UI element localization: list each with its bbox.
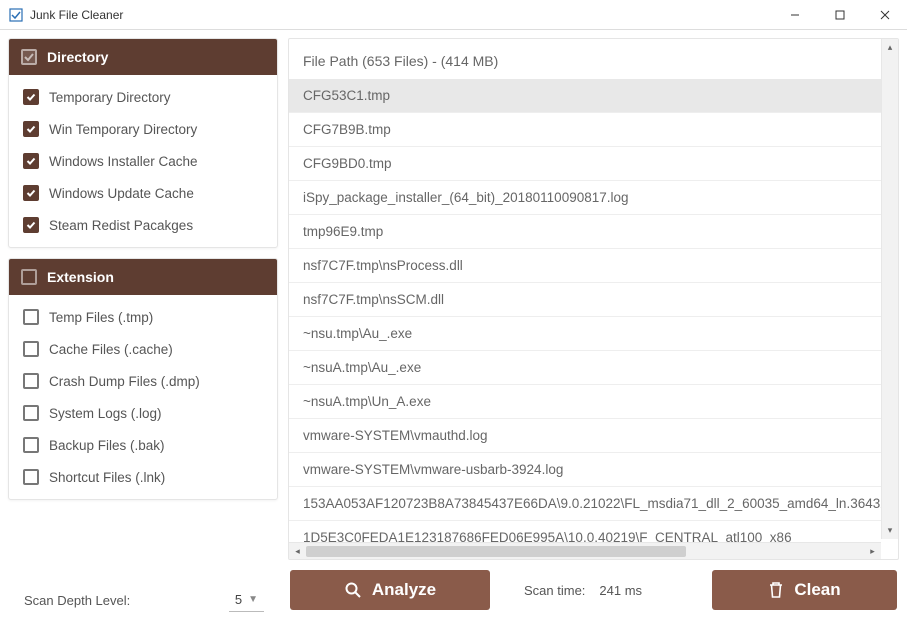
- file-row[interactable]: 153AA053AF120723B8A73845437E66DA\9.0.210…: [289, 487, 881, 521]
- vertical-scrollbar[interactable]: ▴ ▾: [881, 39, 898, 539]
- analyze-button[interactable]: Analyze: [290, 570, 490, 610]
- extension-item-3[interactable]: System Logs (.log): [9, 397, 277, 429]
- dropdown-caret-icon: ▼: [248, 594, 258, 605]
- directory-header-label: Directory: [47, 49, 108, 65]
- scan-depth-value: 5: [235, 592, 242, 607]
- directory-item-1[interactable]: Win Temporary Directory: [9, 113, 277, 145]
- extension-panel: Extension Temp Files (.tmp) Cache Files (…: [8, 258, 278, 500]
- window-title: Junk File Cleaner: [30, 8, 772, 22]
- clean-button-label: Clean: [794, 580, 840, 600]
- extension-item-1[interactable]: Cache Files (.cache): [9, 333, 277, 365]
- directory-item-0[interactable]: Temporary Directory: [9, 81, 277, 113]
- file-row[interactable]: vmware-SYSTEM\vmauthd.log: [289, 419, 881, 453]
- horizontal-scrollbar[interactable]: ◂ ▸: [289, 542, 881, 559]
- file-row[interactable]: 1D5E3C0FEDA1E123187686FED06E995A\10.0.40…: [289, 521, 881, 542]
- file-row[interactable]: CFG9BD0.tmp: [289, 147, 881, 181]
- directory-item-3[interactable]: Windows Update Cache: [9, 177, 277, 209]
- checkbox[interactable]: [23, 373, 39, 389]
- extension-header[interactable]: Extension: [9, 259, 277, 295]
- directory-item-4[interactable]: Steam Redist Pacakges: [9, 209, 277, 241]
- file-row[interactable]: iSpy_package_installer_(64_bit)_20180110…: [289, 181, 881, 215]
- checkbox-label: Crash Dump Files (.dmp): [49, 374, 200, 389]
- extension-item-0[interactable]: Temp Files (.tmp): [9, 301, 277, 333]
- directory-panel: Directory Temporary Directory Win Tempora…: [8, 38, 278, 248]
- file-row[interactable]: CFG53C1.tmp: [289, 79, 881, 113]
- checkbox-label: Windows Installer Cache: [49, 154, 198, 169]
- checkbox-label: Cache Files (.cache): [49, 342, 173, 357]
- checkbox[interactable]: [23, 217, 39, 233]
- close-button[interactable]: [862, 0, 907, 30]
- extension-item-2[interactable]: Crash Dump Files (.dmp): [9, 365, 277, 397]
- scan-depth-label: Scan Depth Level:: [14, 593, 130, 608]
- extension-item-5[interactable]: Shortcut Files (.lnk): [9, 461, 277, 493]
- clean-button[interactable]: Clean: [712, 570, 897, 610]
- scroll-up-arrow-icon[interactable]: ▴: [882, 39, 898, 56]
- file-row[interactable]: vmware-SYSTEM\vmware-usbarb-3924.log: [289, 453, 881, 487]
- checkbox-label: Backup Files (.bak): [49, 438, 165, 453]
- checkbox[interactable]: [23, 121, 39, 137]
- maximize-button[interactable]: [817, 0, 862, 30]
- file-row[interactable]: nsf7C7F.tmp\nsProcess.dll: [289, 249, 881, 283]
- search-icon: [344, 581, 362, 599]
- file-row[interactable]: ~nsuA.tmp\Un_A.exe: [289, 385, 881, 419]
- scroll-left-arrow-icon[interactable]: ◂: [289, 543, 306, 559]
- checkbox[interactable]: [23, 469, 39, 485]
- scan-time-label: Scan time:: [524, 583, 585, 598]
- directory-header[interactable]: Directory: [9, 39, 277, 75]
- extension-header-checkbox[interactable]: [21, 269, 37, 285]
- checkbox[interactable]: [23, 309, 39, 325]
- file-list-panel: File Path (653 Files) - (414 MB) CFG53C1…: [288, 38, 899, 560]
- app-icon: [8, 7, 24, 23]
- checkbox[interactable]: [23, 437, 39, 453]
- checkbox[interactable]: [23, 185, 39, 201]
- extension-item-4[interactable]: Backup Files (.bak): [9, 429, 277, 461]
- horizontal-scroll-thumb[interactable]: [306, 546, 686, 557]
- checkbox-label: Shortcut Files (.lnk): [49, 470, 165, 485]
- analyze-button-label: Analyze: [372, 580, 436, 600]
- trash-icon: [768, 581, 784, 599]
- extension-header-label: Extension: [47, 269, 114, 285]
- checkbox-label: Temporary Directory: [49, 90, 171, 105]
- file-row[interactable]: CFG7B9B.tmp: [289, 113, 881, 147]
- checkbox-label: Win Temporary Directory: [49, 122, 197, 137]
- file-row[interactable]: ~nsu.tmp\Au_.exe: [289, 317, 881, 351]
- scroll-down-arrow-icon[interactable]: ▾: [882, 522, 898, 539]
- minimize-button[interactable]: [772, 0, 817, 30]
- checkbox-label: Windows Update Cache: [49, 186, 194, 201]
- checkbox[interactable]: [23, 341, 39, 357]
- checkbox[interactable]: [23, 89, 39, 105]
- checkbox-label: Steam Redist Pacakges: [49, 218, 193, 233]
- scan-time-value: 241 ms: [599, 583, 642, 598]
- checkbox[interactable]: [23, 153, 39, 169]
- checkbox-label: System Logs (.log): [49, 406, 162, 421]
- file-row[interactable]: nsf7C7F.tmp\nsSCM.dll: [289, 283, 881, 317]
- title-bar: Junk File Cleaner: [0, 0, 907, 30]
- scan-depth-select[interactable]: 5 ▼: [229, 588, 264, 612]
- file-row[interactable]: ~nsuA.tmp\Au_.exe: [289, 351, 881, 385]
- checkbox[interactable]: [23, 405, 39, 421]
- scroll-right-arrow-icon[interactable]: ▸: [864, 543, 881, 559]
- file-list-header: File Path (653 Files) - (414 MB): [289, 39, 881, 79]
- checkbox-label: Temp Files (.tmp): [49, 310, 153, 325]
- directory-header-checkbox[interactable]: [21, 49, 37, 65]
- file-row[interactable]: tmp96E9.tmp: [289, 215, 881, 249]
- directory-item-2[interactable]: Windows Installer Cache: [9, 145, 277, 177]
